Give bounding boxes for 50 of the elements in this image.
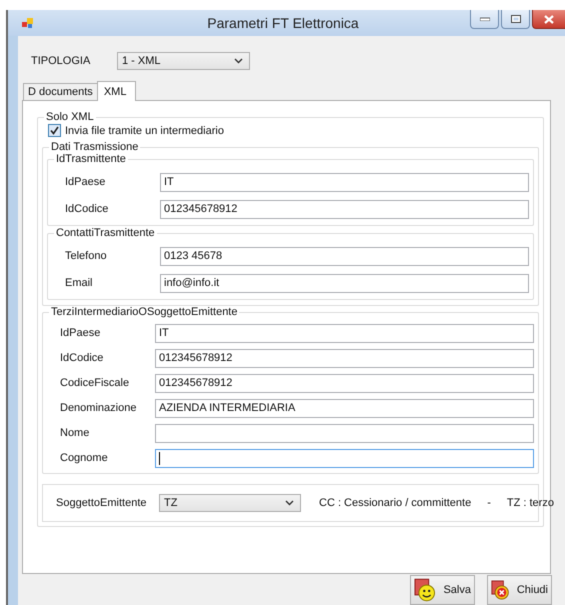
minimize-button[interactable] <box>470 10 499 29</box>
field-label: SoggettoEmittente <box>55 497 148 509</box>
close-button[interactable] <box>532 10 565 29</box>
field-label: Cognome <box>59 452 109 464</box>
field-label: Nome <box>59 427 90 439</box>
input-field[interactable]: IT <box>155 324 534 342</box>
window-title: Parametri FT Elettronica <box>206 15 360 31</box>
maximize-icon <box>510 15 520 23</box>
group-title: Solo XML <box>45 111 95 123</box>
tipologia-label: TIPOLOGIA <box>31 55 92 67</box>
chevron-down-icon <box>234 58 243 64</box>
field-label: IdCodice <box>64 203 110 215</box>
field-label: Email <box>64 277 94 289</box>
field-label: CodiceFiscale <box>59 377 130 389</box>
group-title: ContattiTrasmittente <box>55 227 156 239</box>
input-field[interactable]: 0123 45678 <box>160 246 529 266</box>
app-icon <box>22 17 36 29</box>
close-button[interactable]: Chiudi <box>487 575 552 605</box>
legend-text: TZ : terzo <box>506 497 554 509</box>
input-field[interactable] <box>155 424 534 442</box>
input-field[interactable]: IT <box>160 172 529 192</box>
maximize-button[interactable] <box>501 10 530 29</box>
checkbox[interactable] <box>48 124 61 137</box>
field-label: IdCodice <box>59 352 104 364</box>
input-field[interactable] <box>155 448 534 468</box>
input-field[interactable]: 012345678912 <box>155 374 534 392</box>
checkbox-label: Invia file tramite un intermediario <box>65 124 224 136</box>
group-title: IdTrasmittente <box>55 153 127 165</box>
group-title: TerziIntermediarioOSoggettoEmittente <box>50 306 238 318</box>
field-label: Denominazione <box>59 402 138 414</box>
close-icon <box>491 578 511 602</box>
field-label: Telefono <box>64 250 108 262</box>
legend-text: - <box>487 497 491 509</box>
field-label: IdPaese <box>64 176 106 188</box>
group-title: Dati Trasmissione <box>50 141 140 153</box>
input-field[interactable]: AZIENDA INTERMEDIARIA <box>155 398 534 418</box>
tab[interactable]: D documents <box>23 83 98 100</box>
save-button[interactable]: Salva <box>410 575 475 605</box>
input-field[interactable]: 012345678912 <box>160 200 529 218</box>
input-field[interactable]: 012345678912 <box>155 348 534 368</box>
minimize-icon <box>480 17 490 21</box>
tipologia-dropdown[interactable]: 1 - XML <box>117 52 250 70</box>
field-label: IdPaese <box>59 327 102 339</box>
legend-text: CC : Cessionario / committente <box>319 497 472 509</box>
close-icon <box>544 14 554 24</box>
tab[interactable]: XML <box>96 81 136 101</box>
soggetto-dropdown[interactable]: TZ <box>159 494 301 512</box>
smiley-icon <box>414 578 438 602</box>
chevron-down-icon <box>285 500 294 506</box>
input-field[interactable]: info@info.it <box>160 274 529 292</box>
